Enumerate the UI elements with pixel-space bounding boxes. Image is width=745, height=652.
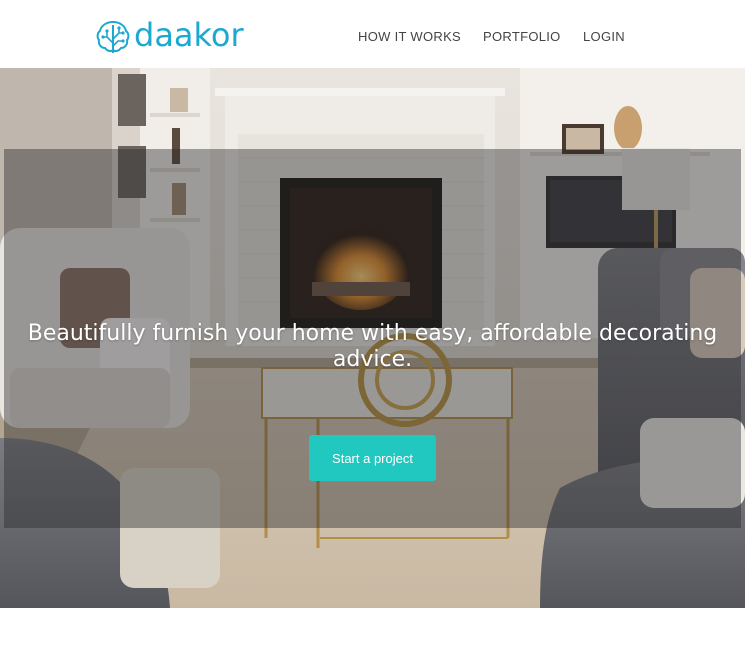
top-navbar: daakor HOW IT WORKS PORTFOLIO LOGIN (0, 0, 745, 68)
main-nav: HOW IT WORKS PORTFOLIO LOGIN (0, 29, 745, 49)
below-fold-area (0, 608, 745, 652)
hero-section: Beautifully furnish your home with easy,… (0, 68, 745, 608)
nav-how-it-works[interactable]: HOW IT WORKS (358, 29, 461, 44)
nav-login[interactable]: LOGIN (583, 29, 625, 44)
hero-headline: Beautifully furnish your home with easy,… (27, 321, 718, 372)
start-project-button[interactable]: Start a project (309, 435, 436, 481)
nav-portfolio[interactable]: PORTFOLIO (483, 29, 561, 44)
